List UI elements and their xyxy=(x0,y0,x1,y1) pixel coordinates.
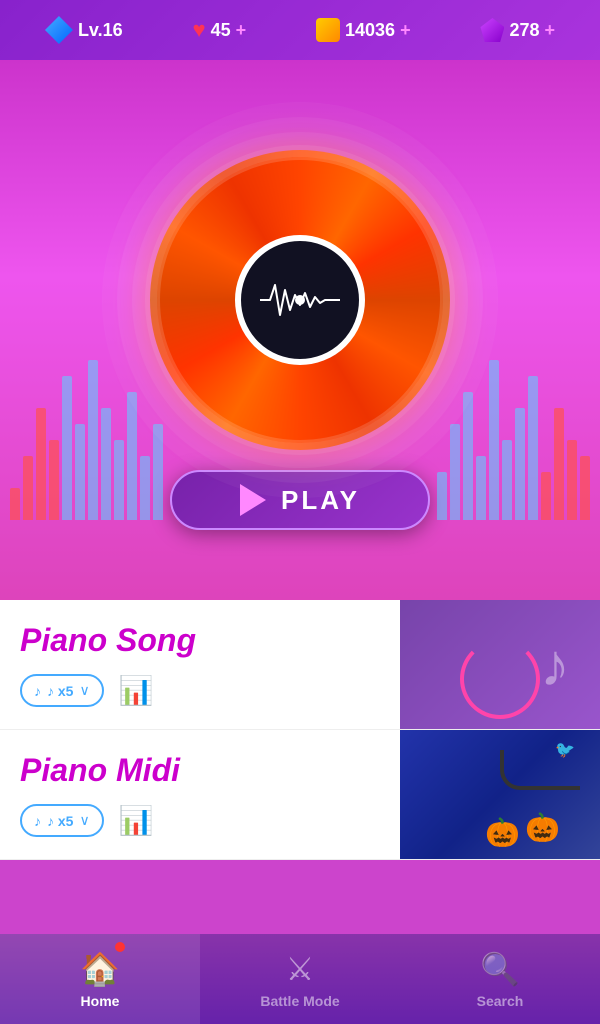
home-label: Home xyxy=(81,993,120,1009)
eq-bar-left-3 xyxy=(49,440,59,520)
bottom-nav: 🏠 Home ⚔ Battle Mode 🔍 Search xyxy=(0,934,600,1024)
search-label: Search xyxy=(477,993,524,1009)
ticket-dropdown-icon-2[interactable]: ∨ xyxy=(79,812,89,829)
play-triangle-icon xyxy=(240,484,266,516)
eq-bar-left-5 xyxy=(75,424,85,520)
hearts-plus-button[interactable]: + xyxy=(236,20,247,41)
piano-midi-item[interactable]: 🐦 🎃 🎃 Piano Midi ♪ ♪ x5 ∨ 📊 xyxy=(0,730,600,860)
coin-icon xyxy=(316,18,340,42)
search-icon: 🔍 xyxy=(480,950,520,988)
eq-bar-right-10 xyxy=(567,440,577,520)
eq-bar-right-11 xyxy=(580,456,590,520)
eq-bar-right-5 xyxy=(502,440,512,520)
gem-icon xyxy=(480,18,504,42)
vinyl-outer xyxy=(150,150,450,450)
piano-song-title: Piano Song xyxy=(20,622,580,659)
eq-bar-left-8 xyxy=(114,440,124,520)
eq-bar-right-0 xyxy=(437,472,447,520)
nav-home[interactable]: 🏠 Home xyxy=(0,934,200,1024)
eq-bar-left-4 xyxy=(62,376,72,520)
eq-bar-left-7 xyxy=(101,408,111,520)
vinyl-center-dot xyxy=(295,295,305,305)
eq-bar-right-4 xyxy=(489,360,499,520)
eq-bar-right-3 xyxy=(476,456,486,520)
gems-value: 278 xyxy=(509,20,539,41)
eq-bar-left-9 xyxy=(127,392,137,520)
chart-icon[interactable]: 📊 xyxy=(119,674,154,707)
gems-plus-button[interactable]: + xyxy=(545,20,556,41)
eq-bar-right-1 xyxy=(450,424,460,520)
piano-midi-info: Piano Midi ♪ ♪ x5 ∨ 📊 xyxy=(0,737,600,852)
eq-bar-left-2 xyxy=(36,408,46,520)
coins-plus-button[interactable]: + xyxy=(400,20,411,41)
piano-midi-ticket-button[interactable]: ♪ ♪ x5 ∨ xyxy=(20,804,104,837)
ticket-label-2: ♪ x5 xyxy=(47,813,73,829)
eq-bar-right-2 xyxy=(463,392,473,520)
eq-bar-right-8 xyxy=(541,472,551,520)
song-list: ♪ Piano Song ♪ ♪ x5 ∨ 📊 🐦 🎃 🎃 Piano Midi xyxy=(0,600,600,860)
coins-stat: 14036 + xyxy=(316,18,411,42)
diamond-icon xyxy=(45,16,73,44)
ticket-music-icon: ♪ xyxy=(34,683,41,699)
eq-bar-left-6 xyxy=(88,360,98,520)
piano-song-ticket-button[interactable]: ♪ ♪ x5 ∨ xyxy=(20,674,104,707)
play-button[interactable]: PLAY xyxy=(170,470,430,530)
piano-song-info: Piano Song ♪ ♪ x5 ∨ 📊 xyxy=(0,607,600,722)
gems-stat: 278 + xyxy=(480,18,555,42)
battle-label: Battle Mode xyxy=(260,993,339,1009)
level-stat: Lv.16 xyxy=(45,16,123,44)
eq-bar-left-10 xyxy=(140,456,150,520)
battle-icon: ⚔ xyxy=(286,950,315,988)
home-notification-dot xyxy=(115,942,125,952)
vinyl-record xyxy=(150,150,450,450)
home-icon: 🏠 xyxy=(80,950,120,988)
ticket-dropdown-icon[interactable]: ∨ xyxy=(79,682,89,699)
level-label: Lv.16 xyxy=(78,20,123,41)
eq-bar-right-6 xyxy=(515,408,525,520)
chart-icon-2[interactable]: 📊 xyxy=(119,804,154,837)
hearts-value: 45 xyxy=(211,20,231,41)
nav-search[interactable]: 🔍 Search xyxy=(400,934,600,1024)
ticket-music-icon-2: ♪ xyxy=(34,813,41,829)
hearts-stat: ♥ 45 + xyxy=(193,17,247,43)
piano-midi-title: Piano Midi xyxy=(20,752,580,789)
eq-bar-right-7 xyxy=(528,376,538,520)
coins-value: 14036 xyxy=(345,20,395,41)
eq-bar-right-9 xyxy=(554,408,564,520)
eq-bars-left xyxy=(10,360,163,520)
nav-battle[interactable]: ⚔ Battle Mode xyxy=(200,934,400,1024)
eq-bar-left-0 xyxy=(10,488,20,520)
piano-song-actions: ♪ ♪ x5 ∨ 📊 xyxy=(20,674,580,707)
eq-bars-right xyxy=(437,360,590,520)
main-area: PLAY xyxy=(0,60,600,600)
eq-bar-left-1 xyxy=(23,456,33,520)
ticket-label: ♪ x5 xyxy=(47,683,73,699)
piano-song-item[interactable]: ♪ Piano Song ♪ ♪ x5 ∨ 📊 xyxy=(0,600,600,730)
vinyl-center xyxy=(235,235,365,365)
piano-midi-actions: ♪ ♪ x5 ∨ 📊 xyxy=(20,804,580,837)
play-label: PLAY xyxy=(281,485,360,516)
top-bar: Lv.16 ♥ 45 + 14036 + 278 + xyxy=(0,0,600,60)
heart-icon: ♥ xyxy=(193,17,206,43)
